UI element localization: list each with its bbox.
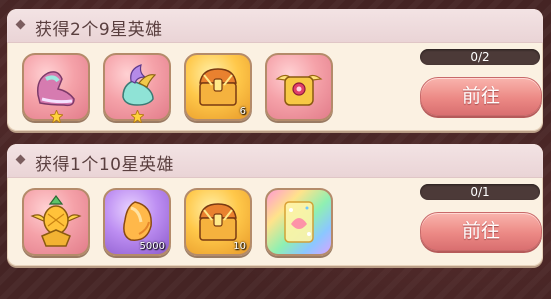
reward-item-treasure-chest[interactable]: 10 — [184, 188, 252, 256]
progress-text: 0/2 — [470, 50, 490, 64]
task-header: 获得1个10星英雄 — [7, 144, 543, 178]
progress-text: 0/1 — [470, 185, 490, 199]
pink-boots-icon — [36, 71, 75, 107]
diamond-bullet-icon — [15, 154, 26, 165]
diamond-bullet-icon — [15, 19, 26, 30]
task-card-10-star: 获得1个10星英雄 5000 10 0/1 前往 — [7, 144, 543, 266]
golden-winged-chest-icon — [275, 74, 323, 106]
task-card-9-star: 获得2个9星英雄 6 0/2 前往 — [7, 9, 543, 131]
treasure-chest-icon — [199, 68, 237, 106]
reward-item-golden-pineapple-badge[interactable] — [22, 188, 90, 256]
winged-shoes-icon — [122, 64, 157, 106]
progress-bar: 0/2 — [420, 49, 540, 65]
reward-quantity: 10 — [233, 241, 246, 252]
reward-quantity: 5000 — [139, 241, 165, 252]
reward-item-mango-fruit[interactable]: 5000 — [103, 188, 171, 256]
task-title: 获得1个10星英雄 — [35, 155, 174, 175]
rainbow-card-icon — [284, 201, 314, 243]
star-icon — [50, 110, 63, 123]
reward-item-pink-boots[interactable] — [22, 53, 90, 123]
go-button[interactable]: 前往 — [420, 212, 542, 251]
task-title: 获得2个9星英雄 — [35, 20, 163, 40]
task-header: 获得2个9星英雄 — [7, 9, 543, 43]
reward-quantity: 6 — [239, 106, 246, 117]
progress-bar: 0/1 — [420, 184, 540, 200]
go-button[interactable]: 前往 — [420, 77, 542, 116]
reward-item-winged-shoes[interactable] — [103, 53, 171, 123]
golden-pineapple-badge-icon — [30, 195, 82, 247]
reward-item-rainbow-card[interactable] — [265, 188, 333, 256]
reward-item-golden-winged-chest[interactable] — [265, 53, 333, 121]
star-icon — [131, 110, 144, 123]
reward-item-treasure-chest[interactable]: 6 — [184, 53, 252, 121]
